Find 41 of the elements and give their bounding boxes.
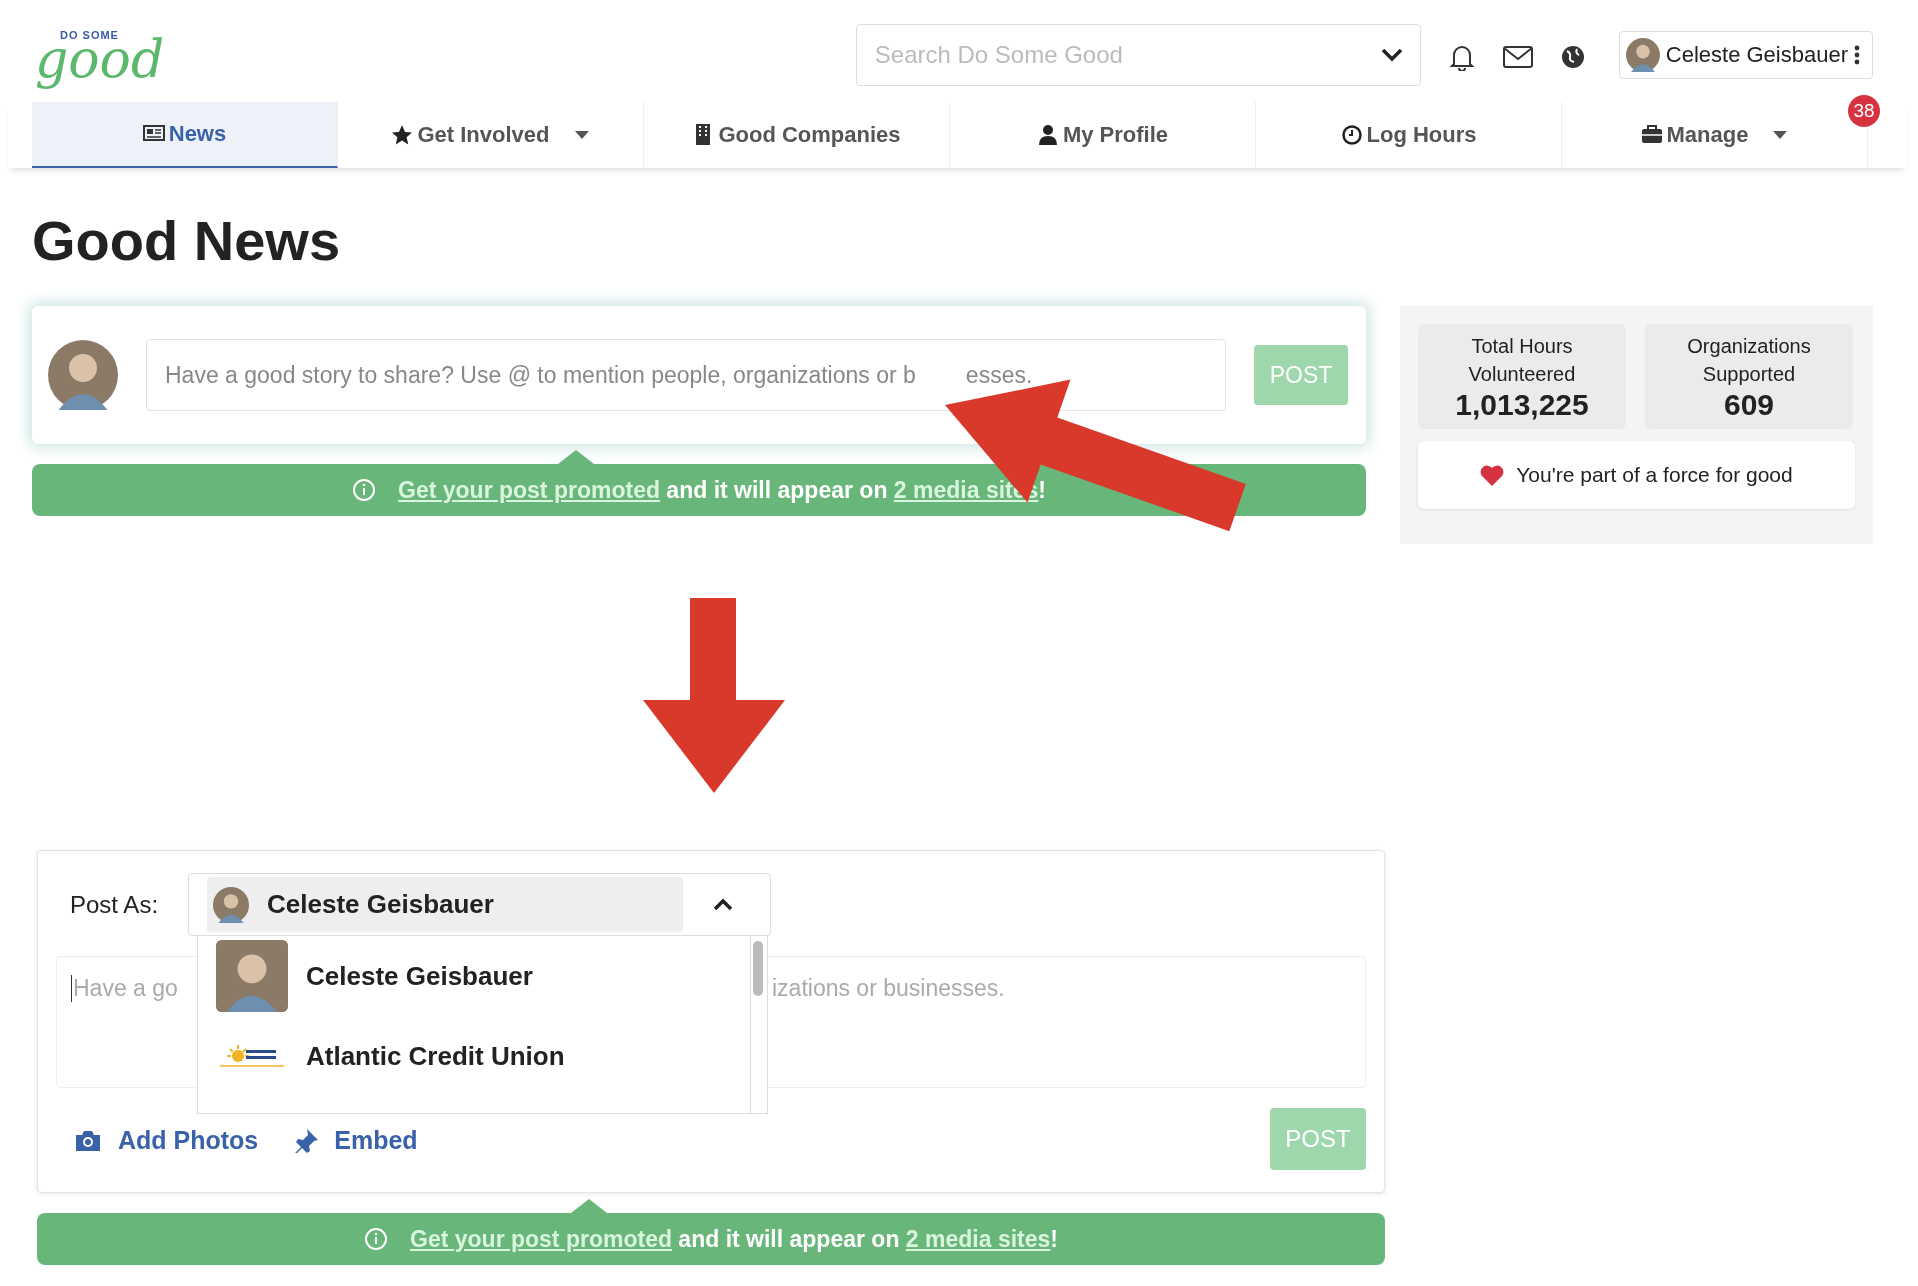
stat-value: 609 bbox=[1723, 387, 1775, 422]
identity-option[interactable]: Celeste Geisbauer bbox=[198, 936, 767, 1016]
nav-tab[interactable]: Get Involved bbox=[338, 102, 644, 168]
notification-badge: 38 bbox=[1848, 95, 1880, 127]
nav-tab[interactable]: Good Companies bbox=[644, 102, 950, 168]
clock-icon bbox=[1340, 124, 1363, 146]
avatar-icon bbox=[48, 340, 118, 410]
force-message: You're part of a force for good bbox=[1516, 463, 1793, 487]
stat-value: 1,013,225 bbox=[1455, 387, 1589, 422]
stat-label: Organizations Supported bbox=[1686, 333, 1812, 387]
globe-icon[interactable] bbox=[1560, 45, 1585, 69]
camera-icon bbox=[74, 1129, 102, 1152]
chevron-down-icon bbox=[1380, 48, 1403, 62]
page-title: Good News bbox=[32, 208, 342, 274]
more-icon bbox=[1854, 45, 1860, 65]
briefcase-icon bbox=[1640, 124, 1663, 146]
avatar-icon bbox=[216, 940, 288, 1012]
add-photos-button[interactable]: Add Photos bbox=[74, 1126, 259, 1155]
promo-message: Get your post promoted and it will appear on 2 media sites! bbox=[410, 1225, 1058, 1253]
info-icon bbox=[352, 478, 376, 502]
nav-tab[interactable]: News bbox=[32, 102, 338, 168]
identity-option[interactable]: Atlantic Credit Union bbox=[198, 1016, 767, 1096]
pin-icon bbox=[294, 1128, 319, 1153]
search-field[interactable]: Search Do Some Good bbox=[855, 24, 1421, 86]
star-icon bbox=[391, 124, 414, 146]
person-icon bbox=[1036, 124, 1059, 146]
post-as-label: Post As: bbox=[70, 890, 159, 919]
embed-button[interactable]: Embed bbox=[294, 1126, 418, 1155]
post-as-select[interactable]: Celeste Geisbauer bbox=[188, 873, 772, 936]
nav-tab[interactable]: My Profile bbox=[950, 102, 1256, 168]
user-menu[interactable]: Celeste Geisbauer bbox=[1618, 31, 1873, 79]
avatar-icon bbox=[1625, 38, 1660, 72]
scrollbar-thumb[interactable] bbox=[753, 941, 763, 996]
heart-icon bbox=[1480, 464, 1505, 486]
mail-icon[interactable] bbox=[1502, 46, 1533, 68]
stat-label: Total Hours Volunteered bbox=[1467, 333, 1577, 387]
nav-tab[interactable]: Log Hours bbox=[1256, 102, 1562, 168]
avatar-icon bbox=[213, 886, 250, 923]
story-input-field[interactable]: Have a good story to share? Use @ to mention people, organizations or b esses. bbox=[146, 339, 1226, 411]
info-icon bbox=[364, 1227, 388, 1251]
bell-icon[interactable] bbox=[1448, 43, 1475, 71]
